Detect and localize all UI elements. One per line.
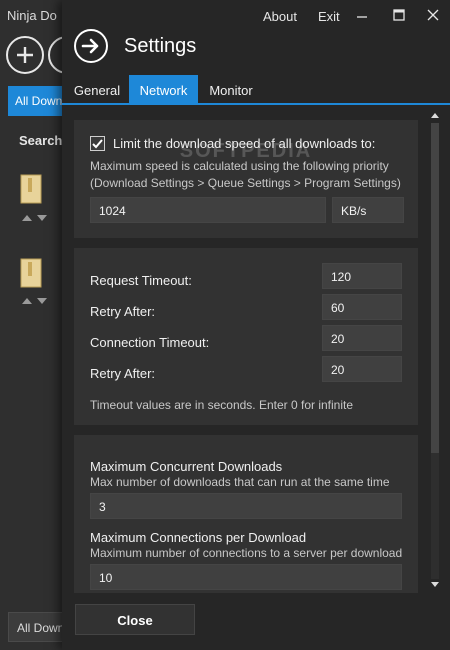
scroll-down-icon[interactable] xyxy=(430,581,440,589)
window-title-bar: About Exit xyxy=(62,0,450,32)
tab-general[interactable]: General xyxy=(68,75,126,105)
speed-limit-input[interactable]: 1024 xyxy=(90,197,326,223)
move-arrows-icon[interactable] xyxy=(20,214,50,222)
about-link[interactable]: About xyxy=(263,9,297,24)
settings-content: SOFTPEDIA Limit the download speed of al… xyxy=(62,107,450,593)
settings-scrollbar[interactable] xyxy=(428,109,442,593)
page-title: Settings xyxy=(124,35,197,57)
arrow-right-icon xyxy=(81,38,99,54)
speed-unit-select[interactable]: KB/s xyxy=(332,197,404,223)
tab-monitor[interactable]: Monitor xyxy=(201,75,261,105)
exit-link[interactable]: Exit xyxy=(318,9,340,24)
add-download-button[interactable] xyxy=(6,36,44,74)
scroll-up-icon[interactable] xyxy=(430,111,440,119)
plus-icon xyxy=(17,47,33,63)
connection-retry-after-label: Retry After: xyxy=(90,366,156,381)
connection-timeout-input[interactable]: 20 xyxy=(322,325,402,351)
background-search-label[interactable]: Search xyxy=(19,133,62,148)
move-arrows-icon[interactable] xyxy=(20,297,50,305)
settings-tabs: General Network Monitor xyxy=(62,75,450,105)
close-button[interactable]: Close xyxy=(75,604,195,635)
background-bottom-filter[interactable]: All Down xyxy=(8,612,68,642)
speed-limit-checkbox[interactable] xyxy=(90,136,105,151)
close-window-icon[interactable] xyxy=(424,6,442,24)
speed-limit-description-2: (Download Settings > Queue Settings > Pr… xyxy=(90,176,401,190)
connections-card: Maximum Concurrent Downloads Max number … xyxy=(74,435,418,593)
request-timeout-input[interactable]: 120 xyxy=(322,263,402,289)
checkmark-icon xyxy=(92,139,103,149)
file-icon xyxy=(20,258,42,288)
timeouts-card: Request Timeout: 120 Retry After: 60 Con… xyxy=(74,248,418,425)
max-concurrent-description: Max number of downloads that can run at … xyxy=(90,475,390,489)
speed-limit-card: SOFTPEDIA Limit the download speed of al… xyxy=(74,120,418,238)
connection-retry-after-input[interactable]: 20 xyxy=(322,356,402,382)
max-concurrent-input[interactable]: 3 xyxy=(90,493,402,519)
background-app-title: Ninja Do xyxy=(7,8,57,23)
retry-after-input[interactable]: 60 xyxy=(322,294,402,320)
max-concurrent-label: Maximum Concurrent Downloads xyxy=(90,459,283,474)
back-button[interactable] xyxy=(74,29,108,63)
max-per-download-description: Maximum number of connections to a serve… xyxy=(90,546,402,560)
speed-limit-row[interactable]: Limit the download speed of all download… xyxy=(90,136,375,151)
timeout-note: Timeout values are in seconds. Enter 0 f… xyxy=(90,398,354,412)
retry-after-label: Retry After: xyxy=(90,304,156,319)
request-timeout-label: Request Timeout: xyxy=(90,273,192,288)
connection-timeout-label: Connection Timeout: xyxy=(90,335,210,350)
minimize-icon[interactable] xyxy=(353,6,371,24)
max-per-download-label: Maximum Connections per Download xyxy=(90,530,307,545)
settings-panel: About Exit Settings General Network Moni… xyxy=(62,0,450,650)
max-per-download-input[interactable]: 10 xyxy=(90,564,402,590)
speed-limit-description-1: Maximum speed is calculated using the fo… xyxy=(90,159,389,173)
speed-limit-label: Limit the download speed of all download… xyxy=(113,136,376,151)
file-icon xyxy=(20,174,42,204)
tab-network[interactable]: Network xyxy=(129,75,198,105)
background-tab-all-downloads[interactable]: All Down xyxy=(8,86,68,116)
scroll-thumb[interactable] xyxy=(431,123,439,453)
maximize-icon[interactable] xyxy=(390,6,408,24)
